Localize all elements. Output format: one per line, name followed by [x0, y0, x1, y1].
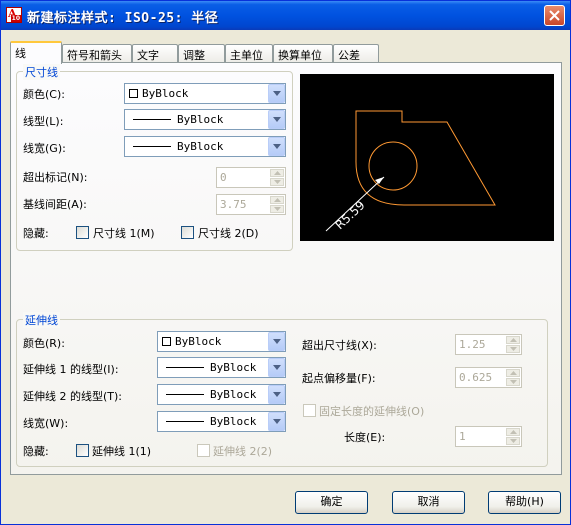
spin-up-icon[interactable]	[270, 196, 284, 204]
spin-down-icon[interactable]	[506, 437, 520, 445]
suppress-dim-line-2-label[interactable]: 尺寸线 2(D)	[198, 225, 259, 241]
tab-alternate-units[interactable]: 换算单位	[273, 44, 333, 63]
fixed-length-checkbox[interactable]	[303, 404, 316, 417]
dimension-lines-legend: 尺寸线	[23, 64, 60, 80]
lineweight-sample	[166, 421, 204, 422]
ext-color-select[interactable]: ByBlock	[157, 331, 286, 352]
tab-tolerances[interactable]: 公差	[333, 44, 379, 63]
ext-line2-linetype-select[interactable]: ByBlock	[157, 384, 286, 405]
dimension-style-dialog: A 10 新建标注样式: ISO-25: 半径 线 符号和箭头 文字 调整 主单位…	[0, 0, 571, 525]
chevron-down-icon[interactable]	[268, 412, 285, 431]
origin-offset-label: 起点偏移量(F):	[302, 372, 376, 385]
ext-color-label: 颜色(R):	[23, 337, 65, 350]
dim-linetype-label: 线型(L):	[23, 115, 64, 128]
spin-up-icon[interactable]	[270, 169, 284, 177]
suppress-ext-line-1-checkbox[interactable]	[76, 444, 89, 457]
dim-lineweight-label: 线宽(G):	[23, 142, 66, 155]
spin-down-icon[interactable]	[270, 205, 284, 213]
tab-lines[interactable]: 线	[10, 41, 62, 64]
title-bar[interactable]: A 10 新建标注样式: ISO-25: 半径	[1, 1, 570, 30]
tab-primary-units[interactable]: 主单位	[225, 44, 273, 63]
ok-button[interactable]: 确定	[295, 491, 368, 514]
color-swatch	[129, 89, 138, 98]
linetype-sample	[166, 394, 204, 395]
autocad-app-icon: A 10	[6, 7, 22, 23]
chevron-down-icon[interactable]	[268, 358, 285, 377]
color-swatch	[162, 337, 171, 346]
lineweight-sample	[133, 146, 171, 147]
chevron-down-icon[interactable]	[268, 137, 285, 156]
spin-up-icon[interactable]	[506, 369, 520, 377]
ext-suppress-label: 隐藏:	[23, 445, 49, 458]
extend-beyond-dim-label: 超出尺寸线(X):	[302, 339, 377, 352]
extension-lines-legend: 延伸线	[23, 312, 60, 328]
chevron-down-icon[interactable]	[268, 110, 285, 129]
chevron-down-icon[interactable]	[268, 84, 285, 103]
suppress-ext-line-1-label[interactable]: 延伸线 1(1)	[92, 443, 151, 459]
length-spinner[interactable]: 1	[455, 426, 522, 447]
tab-symbols-arrows[interactable]: 符号和箭头	[62, 44, 132, 63]
extend-beyond-ticks-label: 超出标记(N):	[23, 171, 88, 184]
origin-offset-spinner[interactable]: 0.625	[455, 367, 522, 388]
spin-up-icon[interactable]	[506, 336, 520, 344]
suppress-dim-line-1-checkbox[interactable]	[76, 226, 89, 239]
baseline-spacing-label: 基线间距(A):	[23, 198, 87, 211]
close-icon	[549, 10, 560, 21]
preview-drawing: R5.59	[325, 110, 496, 232]
spin-down-icon[interactable]	[506, 378, 520, 386]
tab-text[interactable]: 文字	[132, 44, 178, 63]
dim-suppress-label: 隐藏:	[23, 227, 49, 240]
ext-line2-linetype-label: 延伸线 2 的线型(T):	[23, 390, 122, 403]
suppress-ext-line-2-label[interactable]: 延伸线 2(2)	[213, 443, 272, 459]
tab-fit[interactable]: 调整	[178, 44, 225, 63]
baseline-spacing-spinner[interactable]: 3.75	[216, 194, 286, 215]
window-title: 新建标注样式: ISO-25: 半径	[27, 11, 219, 26]
close-button[interactable]	[544, 5, 565, 26]
spin-down-icon[interactable]	[270, 178, 284, 186]
ext-lineweight-select[interactable]: ByBlock	[157, 411, 286, 432]
fixed-length-label[interactable]: 固定长度的延伸线(O)	[319, 403, 424, 419]
spin-down-icon[interactable]	[506, 345, 520, 353]
suppress-ext-line-2-checkbox[interactable]	[197, 444, 210, 457]
preview-dimension-text: R5.59	[332, 198, 367, 232]
ext-lineweight-label: 线宽(W):	[23, 417, 69, 430]
chevron-down-icon[interactable]	[268, 332, 285, 351]
ext-line1-linetype-select[interactable]: ByBlock	[157, 357, 286, 378]
cancel-button[interactable]: 取消	[392, 491, 465, 514]
help-button[interactable]: 帮助(H)	[488, 491, 561, 514]
style-preview: R5.59	[300, 74, 554, 241]
linetype-sample	[133, 119, 171, 120]
length-label: 长度(E):	[344, 431, 386, 444]
dim-linetype-select[interactable]: ByBlock	[124, 109, 286, 130]
suppress-dim-line-1-label[interactable]: 尺寸线 1(M)	[93, 225, 155, 241]
linetype-sample	[166, 367, 204, 368]
extend-beyond-dim-spinner[interactable]: 1.25	[455, 334, 522, 355]
ext-line1-linetype-label: 延伸线 1 的线型(I):	[23, 363, 119, 376]
dim-color-label: 颜色(C):	[23, 88, 65, 101]
extend-beyond-ticks-spinner[interactable]: 0	[216, 167, 286, 188]
dim-color-select[interactable]: ByBlock	[124, 83, 286, 104]
chevron-down-icon[interactable]	[268, 385, 285, 404]
dim-lineweight-select[interactable]: ByBlock	[124, 136, 286, 157]
spin-up-icon[interactable]	[506, 428, 520, 436]
suppress-dim-line-2-checkbox[interactable]	[181, 226, 194, 239]
